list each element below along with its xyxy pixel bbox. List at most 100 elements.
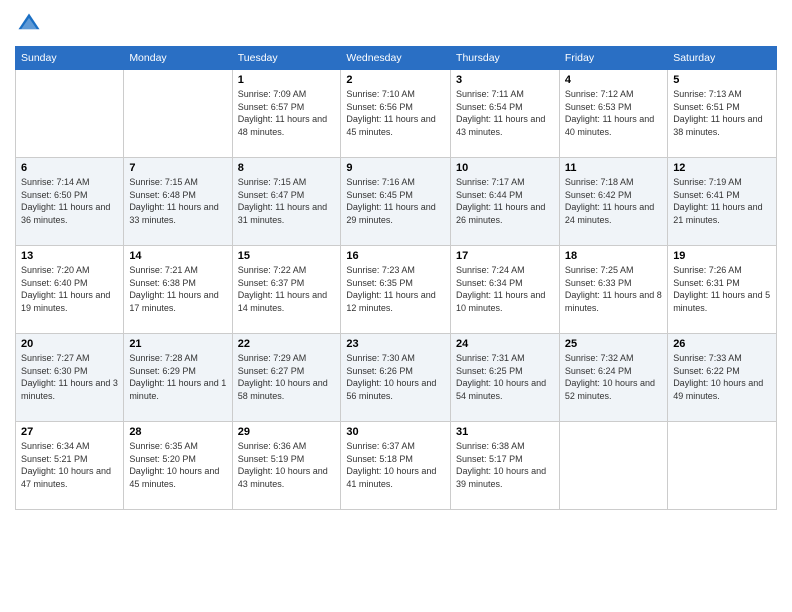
cell-date: 4 xyxy=(565,74,662,86)
calendar-cell: 5 Sunrise: 7:13 AM Sunset: 6:51 PM Daylig… xyxy=(668,70,777,158)
weekday-header-friday: Friday xyxy=(559,47,667,70)
cell-date: 6 xyxy=(21,162,118,174)
cell-date: 28 xyxy=(129,426,226,438)
cell-date: 9 xyxy=(346,162,445,174)
calendar-cell: 23Sunrise: 7:30 AM Sunset: 6:26 PM Dayli… xyxy=(341,334,451,422)
calendar-cell xyxy=(668,422,777,510)
header xyxy=(15,10,777,38)
calendar-cell: 10 Sunrise: 7:17 AM Sunset: 6:44 PM Dayli… xyxy=(451,158,560,246)
cell-info: Sunrise: 7:28 AM Sunset: 6:29 PM Dayligh… xyxy=(129,352,226,402)
logo-icon xyxy=(15,10,43,38)
cell-date: 15 xyxy=(238,250,336,262)
cell-info: Sunrise: 7:15 AM Sunset: 6:47 PM Dayligh… xyxy=(238,176,336,226)
cell-info: Sunrise: 7:24 AM Sunset: 6:34 PM Dayligh… xyxy=(456,264,554,314)
cell-info: Sunrise: 7:23 AM Sunset: 6:35 PM Dayligh… xyxy=(346,264,445,314)
cell-info: Sunrise: 7:20 AM Sunset: 6:40 PM Dayligh… xyxy=(21,264,118,314)
week-row-3: 13 Sunrise: 7:20 AM Sunset: 6:40 PM Dayli… xyxy=(16,246,777,334)
cell-date: 21 xyxy=(129,338,226,350)
cell-date: 23 xyxy=(346,338,445,350)
cell-info: Sunrise: 7:10 AM Sunset: 6:56 PM Dayligh… xyxy=(346,88,445,138)
calendar-cell: 25 Sunrise: 7:32 AM Sunset: 6:24 PM Dayli… xyxy=(559,334,667,422)
cell-date: 18 xyxy=(565,250,662,262)
cell-info: Sunrise: 7:18 AM Sunset: 6:42 PM Dayligh… xyxy=(565,176,662,226)
cell-date: 10 xyxy=(456,162,554,174)
calendar-cell: 9 Sunrise: 7:16 AM Sunset: 6:45 PM Daylig… xyxy=(341,158,451,246)
calendar-cell: 22Sunrise: 7:29 AM Sunset: 6:27 PM Dayli… xyxy=(232,334,341,422)
header-row: SundayMondayTuesdayWednesdayThursdayFrid… xyxy=(16,47,777,70)
calendar-cell: 4Sunrise: 7:12 AM Sunset: 6:53 PM Daylig… xyxy=(559,70,667,158)
calendar-table: SundayMondayTuesdayWednesdayThursdayFrid… xyxy=(15,46,777,510)
week-row-2: 6 Sunrise: 7:14 AM Sunset: 6:50 PM Daylig… xyxy=(16,158,777,246)
calendar-cell: 19 Sunrise: 7:26 AM Sunset: 6:31 PM Dayli… xyxy=(668,246,777,334)
calendar-cell: 8 Sunrise: 7:15 AM Sunset: 6:47 PM Daylig… xyxy=(232,158,341,246)
logo xyxy=(15,10,47,38)
cell-info: Sunrise: 7:17 AM Sunset: 6:44 PM Dayligh… xyxy=(456,176,554,226)
cell-info: Sunrise: 7:22 AM Sunset: 6:37 PM Dayligh… xyxy=(238,264,336,314)
calendar-cell xyxy=(124,70,232,158)
calendar-cell: 20 Sunrise: 7:27 AM Sunset: 6:30 PM Dayli… xyxy=(16,334,124,422)
cell-info: Sunrise: 7:13 AM Sunset: 6:51 PM Dayligh… xyxy=(673,88,771,138)
cell-info: Sunrise: 7:14 AM Sunset: 6:50 PM Dayligh… xyxy=(21,176,118,226)
weekday-header-wednesday: Wednesday xyxy=(341,47,451,70)
week-row-1: 1 Sunrise: 7:09 AM Sunset: 6:57 PM Daylig… xyxy=(16,70,777,158)
cell-date: 25 xyxy=(565,338,662,350)
cell-date: 29 xyxy=(238,426,336,438)
cell-info: Sunrise: 7:33 AM Sunset: 6:22 PM Dayligh… xyxy=(673,352,771,402)
cell-info: Sunrise: 7:32 AM Sunset: 6:24 PM Dayligh… xyxy=(565,352,662,402)
cell-date: 1 xyxy=(238,74,336,86)
week-row-5: 27 Sunrise: 6:34 AM Sunset: 5:21 PM Dayli… xyxy=(16,422,777,510)
calendar-cell xyxy=(559,422,667,510)
weekday-header-saturday: Saturday xyxy=(668,47,777,70)
cell-date: 19 xyxy=(673,250,771,262)
cell-date: 30 xyxy=(346,426,445,438)
cell-info: Sunrise: 7:09 AM Sunset: 6:57 PM Dayligh… xyxy=(238,88,336,138)
cell-date: 14 xyxy=(129,250,226,262)
weekday-header-monday: Monday xyxy=(124,47,232,70)
calendar-cell: 27 Sunrise: 6:34 AM Sunset: 5:21 PM Dayli… xyxy=(16,422,124,510)
cell-date: 17 xyxy=(456,250,554,262)
calendar-cell: 2 Sunrise: 7:10 AM Sunset: 6:56 PM Daylig… xyxy=(341,70,451,158)
calendar-cell: 6 Sunrise: 7:14 AM Sunset: 6:50 PM Daylig… xyxy=(16,158,124,246)
cell-date: 13 xyxy=(21,250,118,262)
cell-date: 24 xyxy=(456,338,554,350)
cell-date: 26 xyxy=(673,338,771,350)
cell-date: 27 xyxy=(21,426,118,438)
calendar-cell: 1 Sunrise: 7:09 AM Sunset: 6:57 PM Daylig… xyxy=(232,70,341,158)
cell-date: 20 xyxy=(21,338,118,350)
week-row-4: 20 Sunrise: 7:27 AM Sunset: 6:30 PM Dayli… xyxy=(16,334,777,422)
cell-info: Sunrise: 7:31 AM Sunset: 6:25 PM Dayligh… xyxy=(456,352,554,402)
cell-info: Sunrise: 6:36 AM Sunset: 5:19 PM Dayligh… xyxy=(238,440,336,490)
calendar-cell: 28 Sunrise: 6:35 AM Sunset: 5:20 PM Dayli… xyxy=(124,422,232,510)
cell-date: 8 xyxy=(238,162,336,174)
cell-info: Sunrise: 6:38 AM Sunset: 5:17 PM Dayligh… xyxy=(456,440,554,490)
cell-info: Sunrise: 6:37 AM Sunset: 5:18 PM Dayligh… xyxy=(346,440,445,490)
weekday-header-thursday: Thursday xyxy=(451,47,560,70)
cell-info: Sunrise: 7:29 AM Sunset: 6:27 PM Dayligh… xyxy=(238,352,336,402)
cell-info: Sunrise: 7:25 AM Sunset: 6:33 PM Dayligh… xyxy=(565,264,662,314)
cell-info: Sunrise: 7:15 AM Sunset: 6:48 PM Dayligh… xyxy=(129,176,226,226)
cell-info: Sunrise: 7:27 AM Sunset: 6:30 PM Dayligh… xyxy=(21,352,118,402)
cell-date: 11 xyxy=(565,162,662,174)
cell-date: 2 xyxy=(346,74,445,86)
cell-date: 31 xyxy=(456,426,554,438)
calendar-cell: 18 Sunrise: 7:25 AM Sunset: 6:33 PM Dayli… xyxy=(559,246,667,334)
calendar-cell: 17 Sunrise: 7:24 AM Sunset: 6:34 PM Dayli… xyxy=(451,246,560,334)
calendar-cell: 31 Sunrise: 6:38 AM Sunset: 5:17 PM Dayli… xyxy=(451,422,560,510)
cell-date: 12 xyxy=(673,162,771,174)
calendar-cell xyxy=(16,70,124,158)
weekday-header-tuesday: Tuesday xyxy=(232,47,341,70)
cell-info: Sunrise: 7:11 AM Sunset: 6:54 PM Dayligh… xyxy=(456,88,554,138)
cell-info: Sunrise: 7:16 AM Sunset: 6:45 PM Dayligh… xyxy=(346,176,445,226)
cell-info: Sunrise: 6:35 AM Sunset: 5:20 PM Dayligh… xyxy=(129,440,226,490)
cell-date: 16 xyxy=(346,250,445,262)
weekday-header-sunday: Sunday xyxy=(16,47,124,70)
calendar-cell: 12Sunrise: 7:19 AM Sunset: 6:41 PM Dayli… xyxy=(668,158,777,246)
calendar-cell: 14 Sunrise: 7:21 AM Sunset: 6:38 PM Dayli… xyxy=(124,246,232,334)
cell-info: Sunrise: 7:26 AM Sunset: 6:31 PM Dayligh… xyxy=(673,264,771,314)
cell-info: Sunrise: 7:21 AM Sunset: 6:38 PM Dayligh… xyxy=(129,264,226,314)
cell-date: 5 xyxy=(673,74,771,86)
cell-info: Sunrise: 6:34 AM Sunset: 5:21 PM Dayligh… xyxy=(21,440,118,490)
calendar-cell: 30 Sunrise: 6:37 AM Sunset: 5:18 PM Dayli… xyxy=(341,422,451,510)
calendar-cell: 7Sunrise: 7:15 AM Sunset: 6:48 PM Daylig… xyxy=(124,158,232,246)
cell-date: 3 xyxy=(456,74,554,86)
